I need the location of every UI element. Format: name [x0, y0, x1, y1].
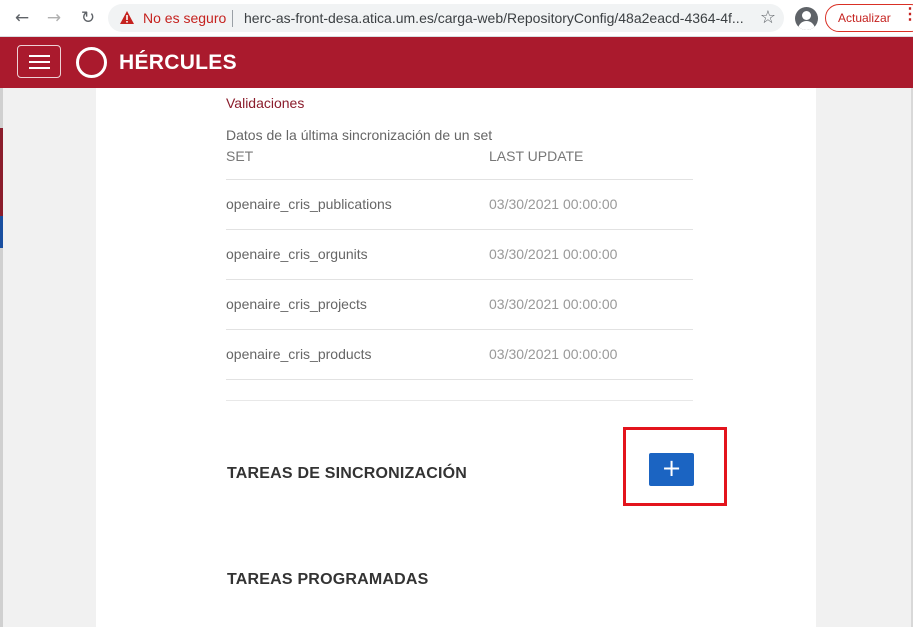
browser-toolbar: ← → ↻ No es seguro herc-as-front-desa.at…	[0, 0, 913, 37]
last-update: 03/30/2021 00:00:00	[489, 296, 618, 312]
more-menu-icon[interactable]: ⋮	[902, 7, 913, 23]
set-name: openaire_cris_orgunits	[226, 246, 368, 262]
app-header: HÉRCULES	[0, 37, 913, 88]
url-text[interactable]: herc-as-front-desa.atica.um.es/carga-web…	[244, 10, 744, 26]
repository-config-card: Validaciones Datos de la última sincroni…	[96, 88, 816, 627]
reload-icon[interactable]: ↻	[78, 8, 98, 28]
section-divider	[226, 400, 693, 401]
profile-avatar-icon[interactable]	[795, 7, 818, 30]
column-header-set: SET	[226, 148, 254, 164]
set-name: openaire_cris_projects	[226, 296, 367, 312]
validations-link[interactable]: Validaciones	[226, 95, 304, 111]
last-update: 03/30/2021 00:00:00	[489, 346, 618, 362]
brand-title: HÉRCULES	[119, 51, 237, 74]
table-bottom-border	[226, 379, 693, 380]
sync-tasks-title: TAREAS DE SINCRONIZACIÓN	[227, 465, 468, 482]
table-row: openaire_cris_projects 03/30/2021 00:00:…	[226, 279, 693, 329]
forward-arrow-icon[interactable]: →	[44, 8, 64, 28]
last-update: 03/30/2021 00:00:00	[489, 196, 618, 212]
menu-toggle-button[interactable]	[17, 45, 61, 78]
left-window-edge	[0, 88, 3, 627]
warning-icon	[120, 11, 134, 24]
back-arrow-icon[interactable]: ←	[12, 8, 32, 28]
add-sync-task-button[interactable]: +	[649, 453, 694, 486]
table-row: openaire_cris_products 03/30/2021 00:00:…	[226, 329, 693, 379]
scheduled-tasks-title: TAREAS PROGRAMADAS	[227, 571, 429, 588]
bookmark-star-icon[interactable]: ☆	[760, 7, 776, 28]
logo-icon	[76, 47, 107, 78]
table-row: openaire_cris_orgunits 03/30/2021 00:00:…	[226, 229, 693, 279]
omnibox-divider	[232, 10, 233, 27]
update-button[interactable]: Actualizar	[825, 4, 913, 32]
set-name: openaire_cris_publications	[226, 196, 392, 212]
table-row: openaire_cris_publications 03/30/2021 00…	[226, 179, 693, 229]
last-update: 03/30/2021 00:00:00	[489, 246, 618, 262]
column-header-last-update: LAST UPDATE	[489, 148, 584, 164]
sync-caption: Datos de la última sincronización de un …	[226, 127, 493, 143]
set-name: openaire_cris_products	[226, 346, 372, 362]
security-status[interactable]: No es seguro	[143, 10, 226, 26]
address-bar[interactable]: No es seguro herc-as-front-desa.atica.um…	[108, 4, 784, 32]
